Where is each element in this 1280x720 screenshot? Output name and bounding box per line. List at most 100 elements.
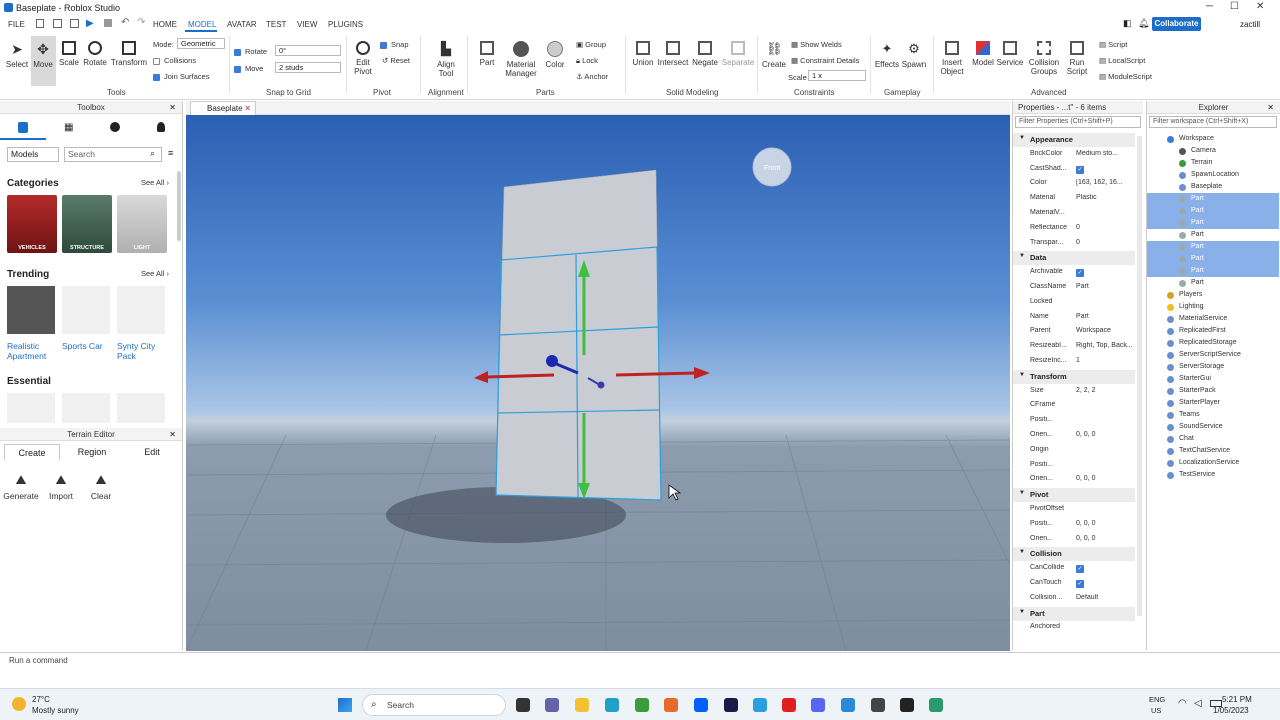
property-category[interactable]: ▼ Part [1013, 606, 1135, 621]
tab-creations[interactable] [138, 116, 184, 140]
insert-object-button[interactable]: Insert Object [937, 41, 967, 76]
tab-plugins[interactable]: PLUGINS [328, 20, 363, 29]
property-row[interactable]: Locked [1013, 296, 1135, 310]
filter-icon[interactable]: ≡ [168, 148, 173, 158]
save-icon[interactable] [70, 19, 79, 28]
3d-viewport[interactable]: Front [186, 115, 1010, 651]
play-icon[interactable]: ▶ [86, 18, 94, 29]
edge-icon[interactable] [605, 698, 619, 712]
youtube-icon[interactable] [782, 698, 796, 712]
category-dropdown[interactable]: Models [7, 147, 59, 162]
discord-icon[interactable] [811, 698, 825, 712]
share-icon[interactable]: ◧ [1123, 18, 1132, 29]
property-row[interactable]: Positi... [1013, 414, 1135, 428]
collisions-toggle[interactable]: Collisions [153, 56, 196, 65]
pivot-snap-toggle[interactable]: Snap [380, 40, 409, 49]
union-button[interactable]: Union [630, 41, 656, 67]
property-row[interactable]: Anchored [1013, 621, 1135, 635]
constraint-scale-input[interactable]: 1 x [808, 70, 866, 81]
property-value[interactable]: Plastic [1076, 194, 1136, 201]
negate-button[interactable]: Negate [691, 41, 719, 67]
explorer-item[interactable]: Part [1147, 205, 1279, 217]
start-icon[interactable] [338, 698, 352, 712]
generate-button[interactable]: ⛰︎ Generate [2, 472, 40, 501]
redo-icon[interactable]: ↷ [137, 17, 145, 28]
open-icon[interactable] [53, 19, 62, 28]
constraint-details-button[interactable]: ▦ Constraint Details [791, 56, 859, 65]
move-snap-input[interactable]: 2 studs [275, 62, 341, 73]
property-value[interactable]: ✓ [1076, 165, 1084, 174]
terrain-close-icon[interactable]: ✕ [169, 430, 176, 439]
property-value[interactable]: Part [1076, 283, 1136, 290]
search-icon[interactable]: ⌕ [150, 148, 155, 159]
explorer-item[interactable]: SpawnLocation [1147, 169, 1279, 181]
undo-icon[interactable]: ↶ [121, 17, 129, 28]
clock-time[interactable]: 5:21 PM [1222, 695, 1252, 704]
speaker-icon[interactable]: ◁ [1194, 698, 1202, 709]
tab-avatar[interactable]: AVATAR [227, 20, 257, 29]
categories-see-all[interactable]: See All › [141, 178, 169, 187]
property-value[interactable]: 0, 0, 0 [1076, 520, 1136, 527]
task-view-icon[interactable] [516, 698, 530, 712]
part-block[interactable] [495, 169, 662, 501]
explorer-item[interactable]: Lighting [1147, 301, 1279, 313]
explorer-item[interactable]: LocalizationService [1147, 457, 1279, 469]
group-button[interactable]: ▣ Group [576, 40, 606, 49]
property-row[interactable]: MaterialV... [1013, 207, 1135, 221]
model-button[interactable]: Model [970, 41, 996, 67]
align-tool-button[interactable]: ▙ Align Tool [432, 41, 460, 78]
scale-tool-button[interactable]: Scale [57, 41, 81, 67]
dropbox-icon[interactable] [694, 698, 708, 712]
part-button[interactable]: Part [475, 41, 499, 67]
property-value[interactable]: 0 [1076, 239, 1136, 246]
property-row[interactable]: Orien... 0, 0, 0 [1013, 533, 1135, 547]
tab-inventory[interactable]: ▦ [46, 116, 92, 140]
property-value[interactable]: 0, 0, 0 [1076, 475, 1136, 482]
toolbox-scrollbar[interactable] [177, 171, 181, 241]
weather-desc[interactable]: Mostly sunny [32, 706, 79, 715]
toolbox-close-icon[interactable]: ✕ [169, 103, 176, 112]
explorer-item[interactable]: Camera [1147, 145, 1279, 157]
collision-groups-button[interactable]: Collision Groups [1028, 41, 1060, 76]
explorer-item[interactable]: TestService [1147, 469, 1279, 481]
property-category[interactable]: ▼ Appearance [1013, 133, 1135, 147]
chrome-icon[interactable] [635, 698, 649, 712]
property-value[interactable]: 0, 0, 0 [1076, 535, 1136, 542]
roblox-studio-icon[interactable] [841, 698, 855, 712]
user-name[interactable]: zactill [1240, 20, 1260, 29]
spawn-button[interactable]: ⚙︎ Spawn [901, 41, 927, 69]
close-button[interactable]: ✕ [1256, 1, 1264, 12]
explorer-item[interactable]: Players [1147, 289, 1279, 301]
property-category[interactable]: ▼ Data [1013, 251, 1135, 266]
explorer-item[interactable]: ServerScriptService [1147, 349, 1279, 361]
property-value[interactable]: 0, 0, 0 [1076, 431, 1136, 438]
explorer-item[interactable]: Part [1147, 229, 1279, 241]
app-icon[interactable] [900, 698, 914, 712]
rotate-snap-toggle[interactable]: Rotate [234, 47, 267, 56]
clock-date[interactable]: 1/05/2023 [1213, 706, 1249, 715]
new-icon[interactable] [36, 19, 44, 28]
join-surfaces-toggle[interactable]: Join Surfaces [153, 72, 209, 81]
property-row[interactable]: CFrame [1013, 399, 1135, 413]
app-icon[interactable] [929, 698, 943, 712]
property-value[interactable]: Right, Top, Back... [1076, 342, 1136, 349]
teams-icon[interactable] [545, 698, 559, 712]
asset-title[interactable]: Synty City Pack [117, 341, 169, 361]
stop-icon[interactable] [104, 19, 112, 27]
property-row[interactable]: ResizeabI... Right, Top, Back... [1013, 340, 1135, 354]
asset-thumbnail[interactable] [117, 393, 165, 423]
category-structure[interactable]: STRUCTURE [62, 195, 112, 253]
property-row[interactable]: Origin [1013, 444, 1135, 458]
explorer-item[interactable]: ReplicatedStorage [1147, 337, 1279, 349]
asset-thumbnail[interactable] [62, 393, 110, 423]
property-value[interactable]: Workspace [1076, 327, 1136, 334]
property-row[interactable]: Orien... 0, 0, 0 [1013, 473, 1135, 487]
file-explorer-icon[interactable] [575, 698, 589, 712]
transform-tool-button[interactable]: Transform [110, 41, 148, 67]
pivot-reset-button[interactable]: ↺ Reset [382, 56, 410, 65]
property-row[interactable]: CanTouch ✓ [1013, 577, 1135, 591]
property-value[interactable]: Part [1076, 313, 1136, 320]
explorer-item[interactable]: StarterPlayer [1147, 397, 1279, 409]
modulescript-button[interactable]: ▤ ModuleScript [1099, 72, 1152, 81]
explorer-item[interactable]: Part [1147, 277, 1279, 289]
